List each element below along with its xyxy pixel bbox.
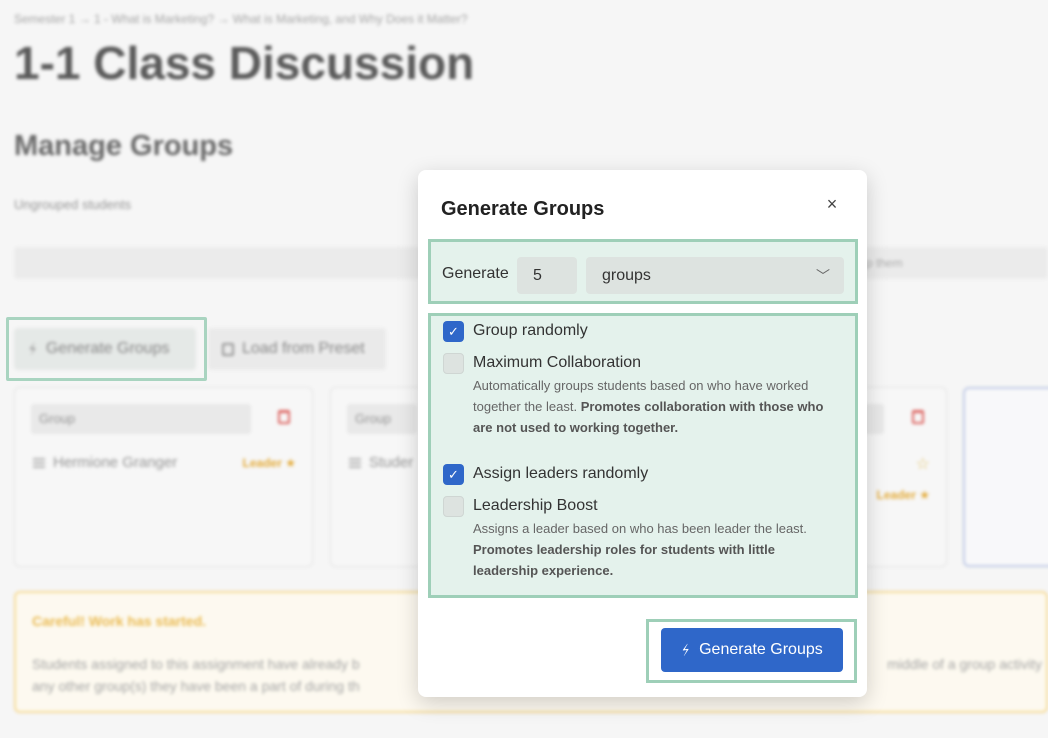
group-count-input[interactable]: 5 <box>517 257 577 294</box>
options-panel: ✓ Group randomly Maximum Collaboration A… <box>428 313 858 598</box>
leadership-boost-checkbox[interactable] <box>443 496 464 517</box>
modal-title: Generate Groups <box>441 198 605 220</box>
leadership-boost-desc-text: Assigns a leader based on who has been l… <box>473 521 807 536</box>
assign-leaders-checkbox[interactable]: ✓ <box>443 464 464 485</box>
leadership-boost-label[interactable]: Leadership Boost <box>473 497 598 515</box>
assign-leaders-label[interactable]: Assign leaders randomly <box>473 465 648 483</box>
group-randomly-checkbox[interactable]: ✓ <box>443 321 464 342</box>
submit-label: Generate Groups <box>699 641 823 658</box>
unit-select-value: groups <box>602 267 651 284</box>
generate-count-row: Generate 5 groups ﹀ <box>428 239 858 304</box>
leadership-boost-desc-bold: Promotes leadership roles for students w… <box>473 542 775 578</box>
unit-select[interactable]: groups ﹀ <box>586 257 844 294</box>
leadership-boost-desc: Assigns a leader based on who has been l… <box>473 518 843 581</box>
max-collaboration-label[interactable]: Maximum Collaboration <box>473 354 641 372</box>
chevron-down-icon: ﹀ <box>816 268 830 284</box>
generate-groups-submit-button[interactable]: ⚡ Generate Groups <box>661 628 843 672</box>
generate-groups-modal: Generate Groups × Generate 5 groups ﹀ ✓ … <box>418 170 867 697</box>
check-icon: ✓ <box>448 324 459 339</box>
close-icon[interactable]: × <box>822 194 842 214</box>
group-randomly-label[interactable]: Group randomly <box>473 322 588 340</box>
magic-wand-icon: ⚡ <box>678 640 694 659</box>
max-collaboration-desc: Automatically groups students based on w… <box>473 375 843 438</box>
generate-label: Generate <box>442 265 509 282</box>
check-icon: ✓ <box>448 467 459 482</box>
max-collaboration-checkbox[interactable] <box>443 353 464 374</box>
